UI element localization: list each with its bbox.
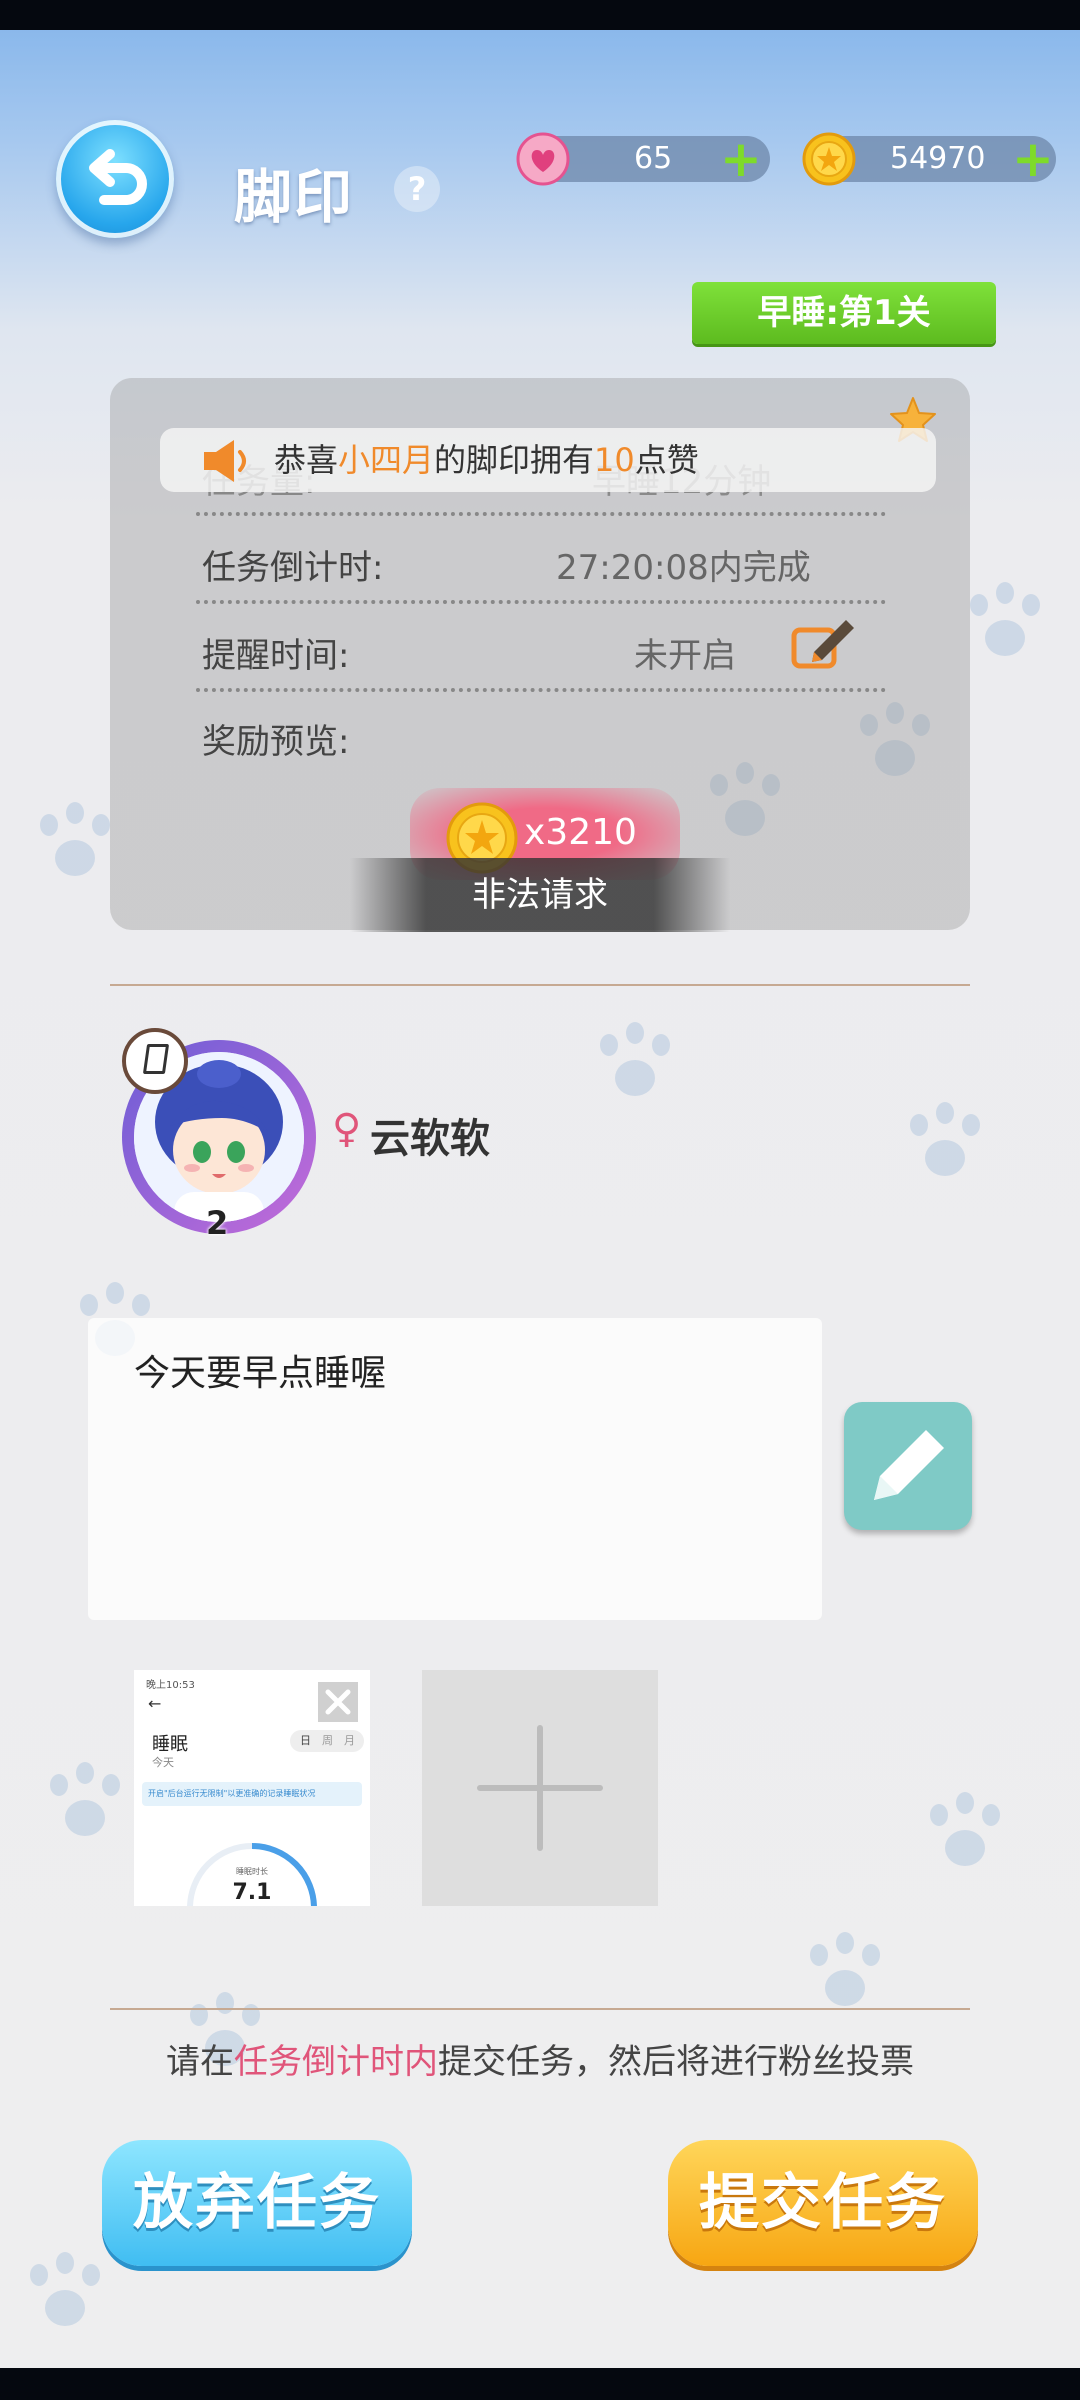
page-title: 脚印 <box>234 163 355 231</box>
section-divider <box>110 984 970 986</box>
back-button[interactable] <box>56 120 174 238</box>
edit-reminder-icon[interactable] <box>790 616 858 672</box>
level-badge: 早睡:第1关 <box>692 282 996 344</box>
note-text: 今天要早点睡喔 <box>134 1353 387 1394</box>
hearts-count: 65 <box>634 141 673 176</box>
divider <box>196 600 886 604</box>
reward-label: 奖励预览: <box>202 722 350 762</box>
coins-counter: 54970 + <box>802 132 1056 186</box>
edit-note-button[interactable] <box>844 1402 972 1530</box>
reward-amount: x3210 <box>524 812 637 853</box>
announcement-ticker: 恭喜小四月的脚印拥有10点赞 <box>160 428 936 492</box>
thumb-time: 晚上10:53 <box>146 1680 195 1691</box>
thumb-chart-value: 7.1 <box>232 1880 272 1905</box>
section-divider <box>110 2008 970 2010</box>
add-hearts-button[interactable]: + <box>720 134 762 184</box>
thumb-notice: 开启"后台运行无限制"以更准确的记录睡眠状况 <box>142 1782 362 1806</box>
rank-badge-glyph <box>142 1044 170 1074</box>
reminder-label: 提醒时间: <box>202 636 350 676</box>
back-arrow-icon <box>89 149 147 205</box>
ticker-suffix: 点赞 <box>634 441 699 479</box>
heart-icon <box>516 132 570 186</box>
submit-task-label: 提交任务 <box>699 2168 947 2238</box>
hint-suffix: 提交任务，然后将进行粉丝投票 <box>438 2042 914 2082</box>
navigation-bar <box>0 2368 1080 2400</box>
submit-task-button[interactable]: 提交任务 <box>668 2140 978 2266</box>
ticker-middle: 的脚印拥有 <box>434 441 595 479</box>
thumb-title: 睡眠 <box>152 1734 188 1755</box>
uploaded-photo-thumbnail[interactable]: 晚上10:53 ← 睡眠 今天 日 周 月 开启"后台运行无限制"以更准确的记录… <box>134 1670 370 1906</box>
pencil-icon <box>874 1430 944 1500</box>
close-icon <box>325 1689 351 1715</box>
user-level: 2 <box>206 1204 229 1242</box>
plus-icon <box>477 1725 603 1851</box>
status-bar <box>0 0 1080 30</box>
ticker-count: 10 <box>594 441 635 479</box>
countdown-value: 27:20:08内完成 <box>556 548 811 588</box>
hint-prefix: 请在 <box>166 2042 234 2082</box>
coin-icon <box>802 132 856 186</box>
divider <box>196 512 886 516</box>
thumb-back-icon: ← <box>148 1694 162 1713</box>
hearts-counter: 65 + <box>516 132 770 186</box>
divider <box>196 688 886 692</box>
give-up-task-button[interactable]: 放弃任务 <box>102 2140 412 2266</box>
ticker-prefix: 恭喜 <box>274 441 339 479</box>
note-textarea[interactable]: 今天要早点睡喔 <box>88 1318 822 1620</box>
error-toast-text: 非法请求 <box>472 875 608 915</box>
error-toast: 非法请求 <box>350 858 730 932</box>
remove-photo-button[interactable] <box>318 1682 358 1722</box>
hint-highlight: 任务倒计时内 <box>234 2042 438 2082</box>
question-icon[interactable]: ? <box>394 166 440 212</box>
thumb-chart-label: 睡眠时长 <box>236 1867 268 1876</box>
user-name[interactable]: 云软软 <box>370 1106 490 1164</box>
countdown-label: 任务倒计时: <box>202 548 384 588</box>
gender-female-icon: ♀ <box>332 1106 362 1152</box>
thumb-tabs: 日 周 月 <box>290 1730 364 1752</box>
add-coins-button[interactable]: + <box>1012 134 1054 184</box>
coins-count: 54970 <box>890 141 986 176</box>
add-photo-button[interactable] <box>422 1670 658 1906</box>
give-up-task-label: 放弃任务 <box>133 2168 381 2238</box>
submit-hint: 请在任务倒计时内提交任务，然后将进行粉丝投票 <box>0 2034 1080 2083</box>
thumb-subtitle: 今天 <box>152 1756 174 1769</box>
reminder-value: 未开启 <box>634 636 736 676</box>
ticker-user-name[interactable]: 小四月 <box>338 441 434 479</box>
megaphone-icon <box>204 440 246 482</box>
rank-badge <box>122 1028 188 1094</box>
